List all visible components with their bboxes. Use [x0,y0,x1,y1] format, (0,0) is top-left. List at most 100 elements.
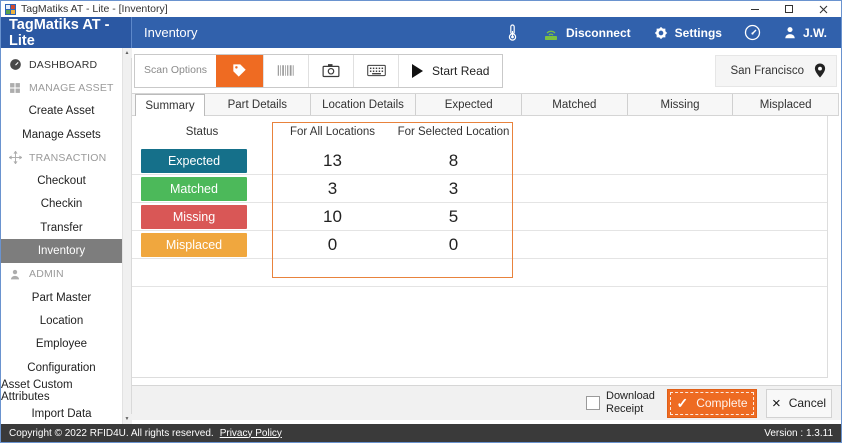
sidebar-item-label: ADMIN [29,268,64,280]
column-header-all-locations: For All Locations [272,126,393,138]
settings-button[interactable]: Settings [653,25,722,41]
summary-table: Status For All Locations For Selected Lo… [132,116,828,378]
sidebar-item-configuration[interactable]: Configuration [1,356,122,379]
scroll-down-icon[interactable]: ▼ [123,414,132,424]
tab-part-details[interactable]: Part Details [205,94,311,115]
dashboard-gauge-button[interactable] [744,24,761,41]
keyboard-icon [367,64,386,77]
sidebar-item-label: Location [40,315,83,327]
column-header-selected-location: For Selected Location [393,126,514,138]
barcode-icon [277,64,295,77]
table-empty-row [132,259,827,287]
tab-matched[interactable]: Matched [522,94,628,115]
tab-label: Location Details [322,99,404,111]
close-button[interactable] [817,3,829,15]
page-title: Inventory [132,17,505,48]
sidebar-item-label: Employee [36,338,87,350]
misplaced-all-count: 0 [272,235,393,255]
copyright-text: Copyright © 2022 RFID4U. All rights rese… [9,428,214,439]
sidebar-item-dashboard[interactable]: DASHBOARD [1,53,122,76]
sidebar-item-inventory[interactable]: Inventory [1,239,122,262]
table-header-row: Status For All Locations For Selected Lo… [132,116,827,147]
check-icon: ✓ [676,395,688,412]
user-initials: J.W. [803,26,827,40]
tab-misplaced[interactable]: Misplaced [733,94,838,115]
sidebar-item-label: MANAGE ASSET [29,82,114,94]
location-selector-button[interactable]: San Francisco [715,55,837,87]
sidebar-item-manage-assets[interactable]: Manage Assets [1,123,122,146]
app-header: TagMatiks AT - Lite Inventory Disconnect [1,17,841,48]
location-selector-label: San Francisco [730,65,804,77]
sidebar-item-label: TRANSACTION [29,152,106,164]
tab-bar: Summary Part Details Location Details Ex… [132,93,839,116]
tag-icon [231,62,248,79]
misplaced-selected-count: 0 [393,235,514,255]
sidebar-item-import-data[interactable]: Import Data [1,402,122,425]
camera-scan-button[interactable] [308,55,353,87]
sidebar-item-create-asset[interactable]: Create Asset [1,100,122,123]
action-bar: Download Receipt ✓ Complete × Cancel [132,385,841,420]
user-menu[interactable]: J.W. [783,25,827,40]
matched-selected-count: 3 [393,179,514,199]
rfid-tag-scan-button[interactable] [216,55,263,87]
complete-button[interactable]: ✓ Complete [667,389,757,418]
sidebar-item-checkin[interactable]: Checkin [1,193,122,216]
barcode-scan-button[interactable] [263,55,308,87]
table-row-misplaced: Misplaced 0 0 [132,231,827,259]
tab-summary[interactable]: Summary [135,94,205,116]
sidebar-item-label: Checkout [37,175,86,187]
download-receipt-label: Download Receipt [606,390,658,415]
minimize-button[interactable] [749,3,761,15]
boxes-icon [8,81,22,95]
admin-person-icon [8,267,22,281]
sidebar-item-manage-asset[interactable]: MANAGE ASSET [1,76,122,99]
x-icon: × [772,395,781,412]
minimize-icon [751,9,759,10]
brand-title: TagMatiks AT - Lite [1,17,132,48]
tab-location-details[interactable]: Location Details [311,94,417,115]
app-icon [5,4,16,15]
sidebar-item-label: Create Asset [29,105,95,117]
cancel-label: Cancel [789,396,826,410]
complete-label: Complete [696,396,747,410]
toolbar: Scan Options [132,48,841,93]
sidebar-scrollbar[interactable]: ▲ ▼ [122,48,131,424]
maximize-icon [785,5,793,13]
status-footer: Copyright © 2022 RFID4U. All rights rese… [1,424,841,442]
sidebar-item-transaction[interactable]: TRANSACTION [1,146,122,169]
maximize-button[interactable] [783,3,795,15]
sidebar-item-label: Asset Custom Attributes [1,379,122,403]
thermometer-icon [505,24,520,41]
keyboard-entry-button[interactable] [353,55,398,87]
tab-label: Part Details [228,99,287,111]
sidebar-item-employee[interactable]: Employee [1,333,122,356]
cancel-button[interactable]: × Cancel [766,389,832,418]
sidebar-item-asset-custom-attributes[interactable]: Asset Custom Attributes [1,379,122,402]
scroll-up-icon[interactable]: ▲ [123,48,132,58]
dashboard-icon [8,58,22,72]
sidebar-item-admin[interactable]: ADMIN [1,263,122,286]
user-icon [783,25,797,40]
sidebar-item-checkout[interactable]: Checkout [1,169,122,192]
titlebar: TagMatiks AT - Lite - [Inventory] [1,1,841,17]
expected-selected-count: 8 [393,151,514,171]
sidebar-item-part-master[interactable]: Part Master [1,286,122,309]
tab-label: Expected [445,99,493,111]
temperature-button[interactable] [505,24,520,41]
scan-options-label: Scan Options [135,55,216,87]
tab-expected[interactable]: Expected [416,94,522,115]
tab-label: Misplaced [760,99,812,111]
sidebar: DASHBOARD MANAGE ASSET Create Asset Mana… [1,48,132,424]
privacy-policy-link[interactable]: Privacy Policy [220,428,282,439]
sidebar-item-location[interactable]: Location [1,309,122,332]
status-badge: Expected [141,149,247,173]
download-receipt-option[interactable]: Download Receipt [586,390,658,415]
disconnect-button[interactable]: Disconnect [542,25,631,41]
table-row-missing: Missing 10 5 [132,203,827,231]
tab-missing[interactable]: Missing [628,94,734,115]
disconnect-label: Disconnect [566,26,631,40]
sidebar-item-transfer[interactable]: Transfer [1,216,122,239]
status-badge: Matched [141,177,247,201]
start-read-button[interactable]: Start Read [398,55,502,87]
download-receipt-checkbox[interactable] [586,396,600,410]
